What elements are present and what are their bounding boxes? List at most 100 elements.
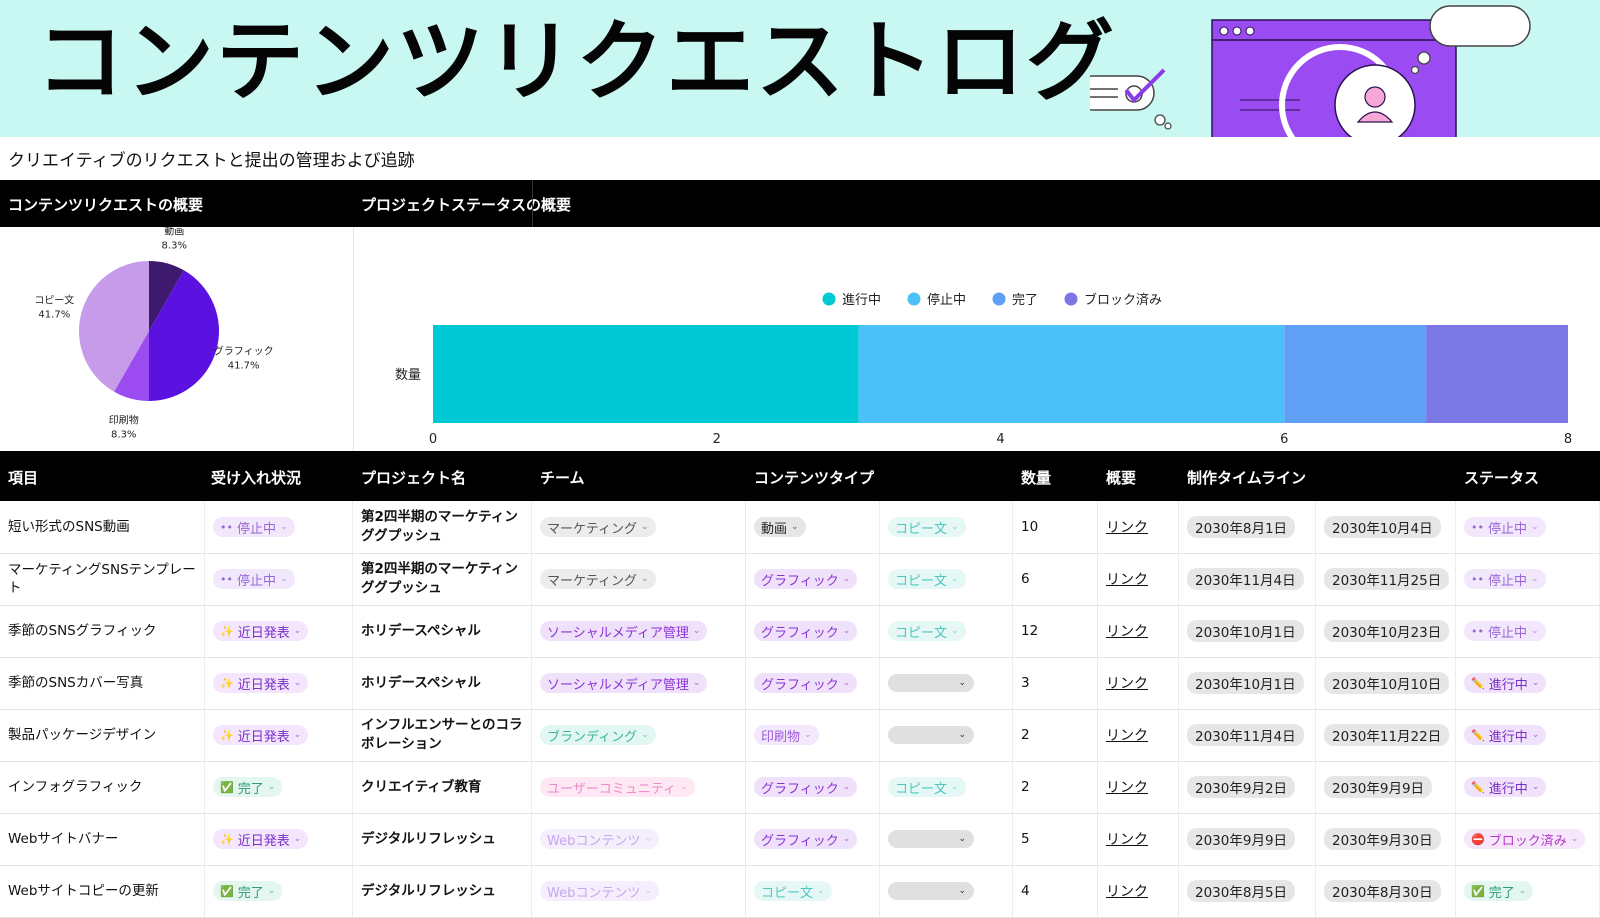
status-status-pill[interactable]: ✏️ 進行中 ⌄ (1464, 725, 1547, 745)
summary-link[interactable]: リンク (1106, 569, 1148, 589)
acceptance-status-pill[interactable]: ✅ 完了 ⌄ (213, 881, 283, 901)
status-status-pill[interactable]: •• 停止中 ⌄ (1464, 621, 1546, 641)
type1-pill[interactable]: コピー文 ⌄ (754, 881, 832, 901)
col-team[interactable]: チーム (540, 467, 585, 488)
start-date[interactable]: 2030年10月1日 (1187, 620, 1304, 642)
table-row[interactable]: 季節のSNSグラフィック ✨ 近日発表 ⌄ ホリデースペシャル ソーシャルメディア管理 ⌄ グ… (0, 605, 1600, 658)
cell-summary: リンク (1098, 553, 1179, 605)
cell-qty: 4 (1013, 865, 1098, 917)
col-content-type[interactable]: コンテンツタイプ (754, 467, 874, 488)
team-pill[interactable]: マーケティング ⌄ (540, 569, 656, 589)
empty-select[interactable]: ⌄ (888, 882, 974, 900)
legend-label: 進行中 (842, 293, 881, 308)
summary-link[interactable]: リンク (1106, 777, 1148, 797)
status-status-pill[interactable]: •• 停止中 ⌄ (1464, 517, 1546, 537)
col-quantity[interactable]: 数量 (1021, 467, 1051, 488)
start-date[interactable]: 2030年11月4日 (1187, 568, 1304, 590)
start-date[interactable]: 2030年9月9日 (1187, 828, 1296, 850)
type1-pill[interactable]: グラフィック ⌄ (754, 569, 858, 589)
bar-segment[interactable] (433, 325, 859, 423)
acceptance-status-pill[interactable]: ✅ 完了 ⌄ (213, 777, 283, 797)
start-date[interactable]: 2030年8月1日 (1187, 516, 1296, 538)
start-date[interactable]: 2030年9月2日 (1187, 776, 1296, 798)
summary-link[interactable]: リンク (1106, 621, 1148, 641)
end-date[interactable]: 2030年10月4日 (1324, 516, 1441, 538)
status-icon: •• (1471, 520, 1484, 534)
type1-pill[interactable]: グラフィック ⌄ (754, 673, 858, 693)
table-row[interactable]: 製品パッケージデザイン ✨ 近日発表 ⌄ インフルエンサーとのコラボレーション ブランディ… (0, 709, 1600, 762)
acceptance-status-pill[interactable]: ✨ 近日発表 ⌄ (213, 673, 309, 693)
cell-type1: グラフィック ⌄ (746, 761, 880, 813)
chevron-down-icon: ⌄ (1531, 574, 1539, 584)
end-date[interactable]: 2030年9月30日 (1324, 828, 1441, 850)
cell-type2: ⌄ (880, 709, 1013, 761)
legend-item[interactable]: 完了 (992, 292, 1039, 309)
acceptance-status-pill[interactable]: ✨ 近日発表 ⌄ (213, 621, 309, 641)
table-row[interactable]: 季節のSNSカバー写真 ✨ 近日発表 ⌄ ホリデースペシャル ソーシャルメディア管理 ⌄ グラ… (0, 657, 1600, 710)
table-row[interactable]: Webサイトバナー ✨ 近日発表 ⌄ デジタルリフレッシュ Webコンテンツ ⌄ グラフィック… (0, 813, 1600, 866)
start-date[interactable]: 2030年10月1日 (1187, 672, 1304, 694)
bar-segment[interactable] (1284, 325, 1427, 423)
type2-pill[interactable]: コピー文 ⌄ (888, 621, 966, 641)
start-date[interactable]: 2030年11月4日 (1187, 724, 1304, 746)
end-date[interactable]: 2030年10月10日 (1324, 672, 1450, 694)
table-row[interactable]: インフォグラフィック ✅ 完了 ⌄ クリエイティブ教育 ユーザーコミュニティ ⌄ グラフィック… (0, 761, 1600, 814)
team-pill[interactable]: ユーザーコミュニティ ⌄ (540, 777, 695, 797)
status-status-pill[interactable]: •• 停止中 ⌄ (1464, 569, 1546, 589)
summary-link[interactable]: リンク (1106, 673, 1148, 693)
type1-pill[interactable]: グラフィック ⌄ (754, 621, 858, 641)
status-status-pill[interactable]: ⛔ ブロック済み ⌄ (1464, 829, 1586, 849)
legend-item[interactable]: 進行中 (822, 292, 882, 309)
team-pill[interactable]: マーケティング ⌄ (540, 517, 656, 537)
summary-link[interactable]: リンク (1106, 517, 1148, 537)
empty-select[interactable]: ⌄ (888, 674, 974, 692)
end-date[interactable]: 2030年11月22日 (1324, 724, 1450, 746)
table-row[interactable]: Webサイトコピーの更新 ✅ 完了 ⌄ デジタルリフレッシュ Webコンテンツ ⌄ コピー文 ⌄… (0, 865, 1600, 918)
col-timeline[interactable]: 制作タイムライン (1187, 467, 1306, 488)
col-acceptance[interactable]: 受け入れ状況 (211, 467, 301, 488)
acceptance-status-pill[interactable]: •• 停止中 ⌄ (213, 517, 295, 537)
summary-link[interactable]: リンク (1106, 829, 1148, 849)
type1-pill[interactable]: 印刷物 ⌄ (754, 725, 819, 745)
type2-pill[interactable]: コピー文 ⌄ (888, 569, 966, 589)
item-text: Webサイトコピーの更新 (8, 882, 159, 899)
col-status[interactable]: ステータス (1464, 467, 1539, 488)
summary-link[interactable]: リンク (1106, 881, 1148, 901)
type2-pill[interactable]: コピー文 ⌄ (888, 777, 966, 797)
type2-pill[interactable]: コピー文 ⌄ (888, 517, 966, 537)
acceptance-status-pill[interactable]: ✨ 近日発表 ⌄ (213, 725, 309, 745)
start-date[interactable]: 2030年8月5日 (1187, 880, 1296, 902)
bar-segment[interactable] (1426, 325, 1568, 423)
acceptance-status-pill[interactable]: •• 停止中 ⌄ (213, 569, 295, 589)
status-label: 進行中 (1488, 677, 1528, 693)
status-status-pill[interactable]: ✅ 完了 ⌄ (1464, 881, 1534, 901)
legend-item[interactable]: ブロック済み (1064, 292, 1163, 308)
col-project[interactable]: プロジェクト名 (361, 467, 466, 488)
table-row[interactable]: 短い形式のSNS動画 •• 停止中 ⌄ 第2四半期のマーケティンググプッシュ マーケティン… (0, 501, 1600, 554)
charts-area: 動画 8.3% グラフィック 41.7% 印刷物 8.3% コピー文 41.7% 進行中 停止中… (0, 227, 1600, 452)
acceptance-status-pill[interactable]: ✨ 近日発表 ⌄ (213, 829, 309, 849)
end-date[interactable]: 2030年9月9日 (1324, 776, 1433, 798)
type1-pill[interactable]: グラフィック ⌄ (754, 829, 858, 849)
team-pill[interactable]: ソーシャルメディア管理 ⌄ (540, 673, 708, 693)
end-date[interactable]: 2030年10月23日 (1324, 620, 1450, 642)
bar-segment[interactable] (858, 325, 1285, 423)
team-pill[interactable]: ブランディング ⌄ (540, 725, 656, 745)
type1-pill[interactable]: 動画 ⌄ (754, 517, 806, 537)
team-pill[interactable]: Webコンテンツ ⌄ (540, 829, 659, 849)
table-row[interactable]: マーケティングSNSテンプレート •• 停止中 ⌄ 第2四半期のマーケティンググプッシュ… (0, 553, 1600, 606)
legend-item[interactable]: 停止中 (907, 292, 967, 308)
summary-link[interactable]: リンク (1106, 725, 1148, 745)
empty-select[interactable]: ⌄ (888, 830, 974, 848)
type1-pill[interactable]: グラフィック ⌄ (754, 777, 858, 797)
empty-select[interactable]: ⌄ (888, 726, 974, 744)
status-status-pill[interactable]: ✏️ 進行中 ⌄ (1464, 777, 1547, 797)
col-item[interactable]: 項目 (8, 467, 38, 488)
cell-acceptance: ✅ 完了 ⌄ (205, 761, 353, 813)
end-date[interactable]: 2030年8月30日 (1324, 880, 1441, 902)
end-date[interactable]: 2030年11月25日 (1324, 568, 1450, 590)
col-summary[interactable]: 概要 (1106, 467, 1136, 488)
team-pill[interactable]: Webコンテンツ ⌄ (540, 881, 659, 901)
status-status-pill[interactable]: ✏️ 進行中 ⌄ (1464, 673, 1547, 693)
team-pill[interactable]: ソーシャルメディア管理 ⌄ (540, 621, 708, 641)
